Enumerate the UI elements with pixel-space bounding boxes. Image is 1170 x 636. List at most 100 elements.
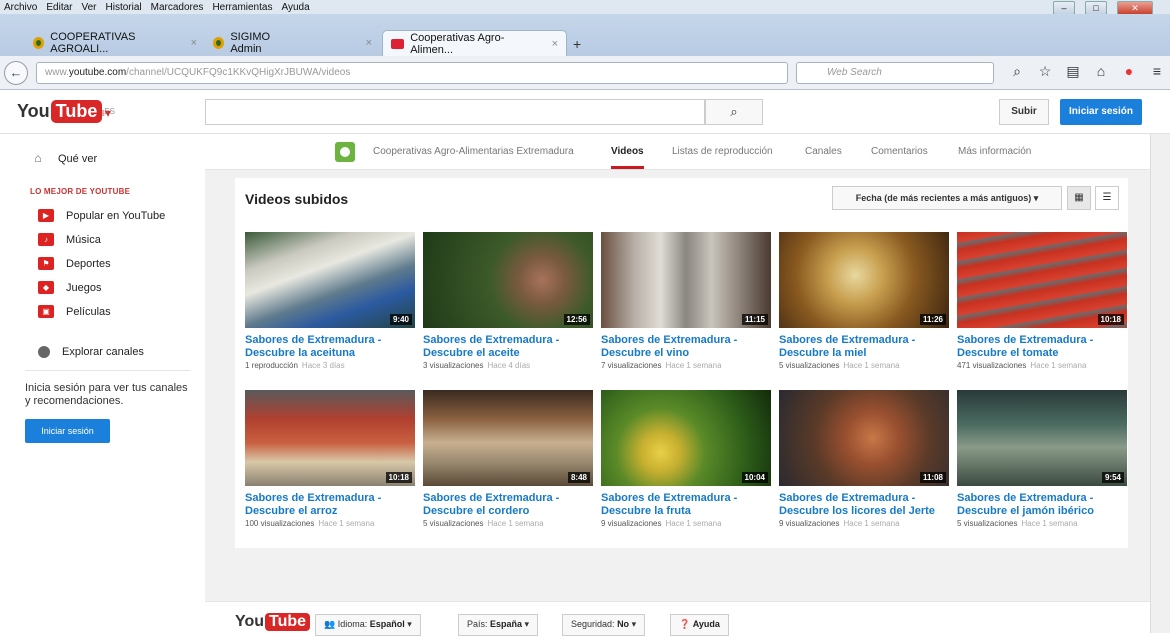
video-title-line2[interactable]: Descubre la fruta	[601, 505, 771, 518]
video-thumbnail[interactable]: 9:40	[245, 232, 415, 328]
tab-playlists[interactable]: Listas de reproducción	[672, 146, 773, 157]
signin-button[interactable]: Iniciar sesión	[1060, 99, 1142, 125]
video-thumbnail[interactable]: 11:15	[601, 232, 771, 328]
page-scrollbar[interactable]	[1150, 134, 1170, 633]
menu-historial[interactable]: Historial	[106, 2, 142, 13]
video-thumbnail[interactable]: 11:26	[779, 232, 949, 328]
guide-menu-icon[interactable]: ≡▾	[98, 106, 111, 120]
menu-herramientas[interactable]: Herramientas	[212, 2, 272, 13]
back-button[interactable]: ←	[4, 61, 28, 85]
video-thumbnail[interactable]: 10:18	[957, 232, 1127, 328]
menu-ver[interactable]: Ver	[81, 2, 96, 13]
maximize-button[interactable]: □	[1085, 1, 1107, 15]
video-thumbnail[interactable]: 11:08	[779, 390, 949, 486]
video-title-line2[interactable]: Descubre el tomate	[957, 347, 1127, 360]
address-bar[interactable]: www.youtube.com/channel/UCQUKFQ9c1KKvQHi…	[36, 62, 788, 84]
sidebar-item-games[interactable]: ◆ Juegos	[38, 281, 101, 294]
video-item[interactable]: 9:40 Sabores de Extremadura - Descubre l…	[245, 232, 415, 370]
video-item[interactable]: 10:18 Sabores de Extremadura - Descubre …	[957, 232, 1127, 370]
video-title-line2[interactable]: Descubre el arroz	[245, 505, 415, 518]
tab-label: COOPERATIVAS AGROALI...	[50, 31, 136, 55]
addon-icon[interactable]: ●	[1115, 63, 1143, 80]
video-thumbnail[interactable]: 8:48	[423, 390, 593, 486]
browser-tab-bar: COOPERATIVAS AGROALI... × SIGIMO Admin ×…	[0, 14, 1170, 56]
video-item[interactable]: 10:18 Sabores de Extremadura - Descubre …	[245, 390, 415, 528]
video-title-line2[interactable]: Descubre el aceite	[423, 347, 593, 360]
tab-close-icon[interactable]: ×	[191, 37, 197, 49]
sidebar-item-popular[interactable]: ▶ Popular en YouTube	[38, 209, 165, 222]
menu-ayuda[interactable]: Ayuda	[281, 2, 309, 13]
video-title-line1[interactable]: Sabores de Extremadura -	[779, 334, 949, 347]
tab-close-icon[interactable]: ×	[366, 37, 372, 49]
video-title-line1[interactable]: Sabores de Extremadura -	[957, 334, 1127, 347]
video-item[interactable]: 11:08 Sabores de Extremadura - Descubre …	[779, 390, 949, 528]
youtube-search-input[interactable]	[205, 99, 705, 125]
sidebar-item-sports[interactable]: ⚑ Deportes	[38, 257, 111, 270]
video-thumbnail[interactable]: 10:04	[601, 390, 771, 486]
video-title-line2[interactable]: Descubre los licores del Jerte	[779, 505, 949, 518]
video-item[interactable]: 11:15 Sabores de Extremadura - Descubre …	[601, 232, 771, 370]
browser-tab-sigimo[interactable]: SIGIMO Admin ×	[205, 30, 380, 56]
channel-name-link[interactable]: Cooperativas Agro-Alimentarias Extremadu…	[373, 146, 574, 157]
people-icon: 👥	[324, 619, 336, 629]
bookmark-star-icon[interactable]: ☆	[1031, 63, 1059, 80]
video-item[interactable]: 12:56 Sabores de Extremadura - Descubre …	[423, 232, 593, 370]
video-title-line1[interactable]: Sabores de Extremadura -	[245, 334, 415, 347]
sidebar-item-what-to-watch[interactable]: ⌂ Qué ver	[30, 152, 97, 165]
browser-tab-youtube[interactable]: Cooperativas Agro-Alimen... ×	[382, 30, 567, 56]
video-item[interactable]: 11:26 Sabores de Extremadura - Descubre …	[779, 232, 949, 370]
minimize-button[interactable]: –	[1053, 1, 1075, 15]
video-views: 100 visualizaciones	[245, 519, 315, 528]
video-thumbnail[interactable]: 12:56	[423, 232, 593, 328]
search-icon[interactable]: ⌕	[1003, 63, 1031, 80]
channel-avatar-icon[interactable]	[335, 142, 355, 162]
video-title-line1[interactable]: Sabores de Extremadura -	[423, 492, 593, 505]
video-title-line1[interactable]: Sabores de Extremadura -	[779, 492, 949, 505]
upload-button[interactable]: Subir	[999, 99, 1049, 125]
menu-icon[interactable]: ≡	[1143, 63, 1170, 80]
video-item[interactable]: 8:48 Sabores de Extremadura - Descubre e…	[423, 390, 593, 528]
menu-marcadores[interactable]: Marcadores	[151, 2, 204, 13]
footer-youtube-logo[interactable]: You Tube	[235, 613, 311, 631]
browser-tab-cooperativas[interactable]: COOPERATIVAS AGROALI... ×	[25, 30, 205, 56]
channel-content: Cooperativas Agro-Alimentarias Extremadu…	[205, 134, 1150, 633]
video-title-line1[interactable]: Sabores de Extremadura -	[245, 492, 415, 505]
video-meta: 9 visualizaciones Hace 1 semana	[779, 519, 949, 528]
sidebar-signin-button[interactable]: Iniciar sesión	[25, 419, 110, 443]
video-item[interactable]: 9:54 Sabores de Extremadura - Descubre e…	[957, 390, 1127, 528]
grid-view-icon[interactable]: ▦	[1067, 186, 1091, 210]
video-title-line1[interactable]: Sabores de Extremadura -	[957, 492, 1127, 505]
video-title-line2[interactable]: Descubre el jamón ibérico	[957, 505, 1127, 518]
tab-comments[interactable]: Comentarios	[871, 146, 928, 157]
best-of-youtube-header: LO MEJOR DE YOUTUBE	[30, 187, 131, 196]
sort-dropdown[interactable]: Fecha (de más recientes a más antiguos) …	[832, 186, 1062, 210]
guide-sidebar: ⌂ Qué ver LO MEJOR DE YOUTUBE ▶ Popular …	[0, 134, 205, 633]
video-thumbnail[interactable]: 10:18	[245, 390, 415, 486]
search-button[interactable]: ⌕	[705, 99, 763, 125]
video-item[interactable]: 10:04 Sabores de Extremadura - Descubre …	[601, 390, 771, 528]
video-title-line1[interactable]: Sabores de Extremadura -	[601, 492, 771, 505]
video-title-line2[interactable]: Descubre el cordero	[423, 505, 593, 518]
tab-channels[interactable]: Canales	[805, 146, 842, 157]
menu-archivo[interactable]: Archivo	[4, 2, 37, 13]
video-title-line1[interactable]: Sabores de Extremadura -	[423, 334, 593, 347]
tab-videos[interactable]: Videos	[611, 146, 644, 169]
url-prefix: www.	[45, 67, 69, 78]
menu-editar[interactable]: Editar	[46, 2, 72, 13]
video-title-line2[interactable]: Descubre el vino	[601, 347, 771, 360]
sidebar-item-movies[interactable]: ▣ Películas	[38, 305, 111, 318]
video-thumbnail[interactable]: 9:54	[957, 390, 1127, 486]
sidebar-item-explore-channels[interactable]: Explorar canales	[38, 346, 144, 358]
tab-about[interactable]: Más información	[958, 146, 1031, 157]
sidebar-item-music[interactable]: ♪ Música	[38, 233, 101, 246]
video-title-line2[interactable]: Descubre la miel	[779, 347, 949, 360]
list-view-icon[interactable]: ☰	[1095, 186, 1119, 210]
close-window-button[interactable]: ✕	[1117, 1, 1153, 15]
web-search-input[interactable]: Web Search	[796, 62, 994, 84]
tab-close-icon[interactable]: ×	[552, 38, 558, 50]
bookmarks-list-icon[interactable]: ▤	[1059, 63, 1087, 80]
new-tab-button[interactable]: +	[573, 36, 581, 52]
video-title-line2[interactable]: Descubre la aceituna	[245, 347, 415, 360]
video-title-line1[interactable]: Sabores de Extremadura -	[601, 334, 771, 347]
home-icon[interactable]: ⌂	[1087, 63, 1115, 80]
